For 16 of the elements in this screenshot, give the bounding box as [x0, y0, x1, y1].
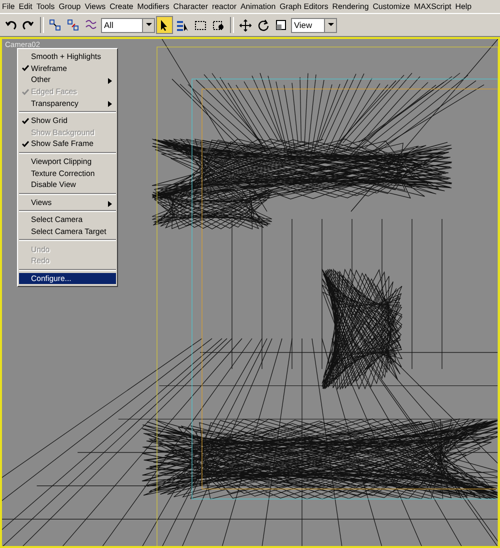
redo-icon: [22, 18, 35, 32]
scale-icon: [275, 18, 288, 32]
dropdown-arrow-icon: [328, 23, 334, 27]
undo-icon: [4, 18, 17, 32]
link-icon: [49, 18, 62, 32]
selection-filter-dropdown[interactable]: All: [101, 18, 155, 32]
unlink-icon: [67, 18, 80, 32]
dropdown-arrow-icon: [146, 23, 152, 27]
list-icon: [176, 18, 189, 32]
rotate-icon: [257, 18, 270, 32]
move-icon: [239, 18, 252, 32]
spacewarp-icon: [85, 18, 98, 32]
toolbar-button[interactable]: [156, 16, 173, 34]
window-select-icon: [212, 18, 225, 32]
rectangle-select-icon: [194, 18, 207, 32]
reference-coordinate-dropdown[interactable]: View: [291, 18, 337, 32]
